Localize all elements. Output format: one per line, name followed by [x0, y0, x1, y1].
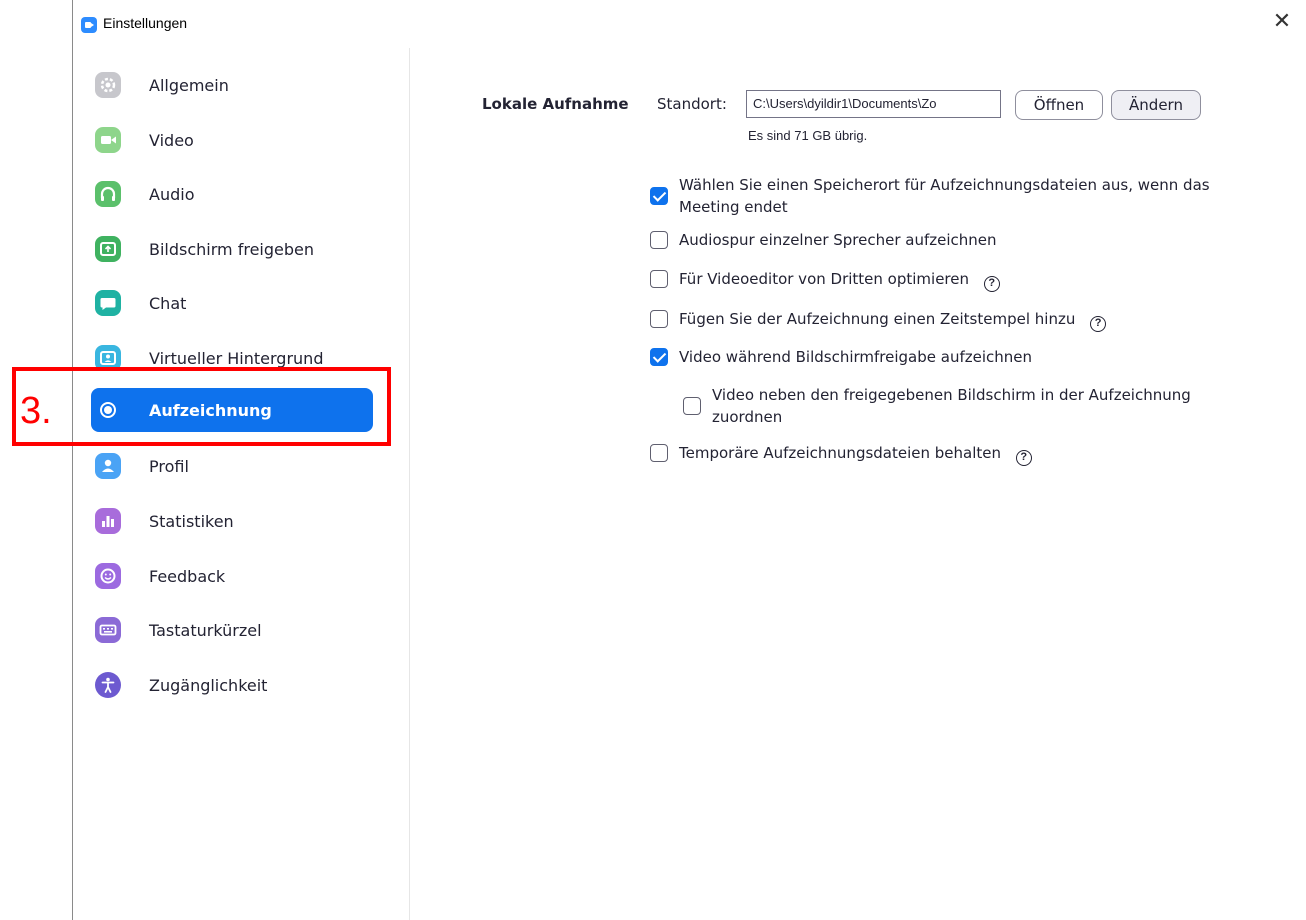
record-icon — [95, 397, 121, 423]
sidebar-item-label: Virtueller Hintergrund — [149, 348, 324, 368]
smiley-icon — [95, 563, 121, 589]
option-label: Video neben den freigegebenen Bildschirm… — [712, 386, 1191, 404]
open-folder-button[interactable]: Öffnen — [1015, 90, 1103, 120]
sidebar-item-label: Tastaturkürzel — [149, 620, 262, 640]
sidebar-item-audio[interactable]: Audio — [91, 172, 373, 216]
checkbox-third-party-editor[interactable] — [650, 270, 668, 288]
option-label: Temporäre Aufzeichnungsdateien behalten — [679, 444, 1002, 462]
option-third-party-editor: Für Videoeditor von Dritten optimieren ? — [650, 268, 1000, 292]
sidebar-item-label: Chat — [149, 293, 187, 313]
sidebar-item-chat[interactable]: Chat — [91, 281, 373, 325]
sidebar-item-label: Profil — [149, 456, 189, 476]
option-label-line2: zuordnen — [712, 408, 783, 426]
zoom-app-icon — [81, 17, 97, 33]
settings-sidebar: Allgemein Video Audio Bildschirm freigeb… — [73, 48, 410, 920]
share-screen-icon — [95, 236, 121, 262]
sidebar-item-video[interactable]: Video — [91, 118, 373, 162]
checkbox-timestamp[interactable] — [650, 310, 668, 328]
option-label: Video während Bildschirmfreigabe aufzeic… — [679, 348, 1033, 366]
sidebar-item-bildschirm-freigeben[interactable]: Bildschirm freigeben — [91, 227, 373, 271]
recording-settings-panel: Lokale Aufnahme Standort: C:\Users\dyild… — [411, 48, 1306, 920]
option-timestamp: Fügen Sie der Aufzeichnung einen Zeitste… — [650, 308, 1107, 332]
sidebar-item-label: Feedback — [149, 566, 226, 586]
sidebar-item-profil[interactable]: Profil — [91, 444, 373, 488]
option-label: Fügen Sie der Aufzeichnung einen Zeitste… — [679, 310, 1076, 328]
user-icon — [95, 453, 121, 479]
sidebar-item-label: Aufzeichnung — [149, 400, 272, 420]
accessibility-icon — [95, 672, 121, 698]
checkbox-keep-temp-files[interactable] — [650, 444, 668, 462]
sidebar-item-statistiken[interactable]: Statistiken — [91, 499, 373, 543]
option-label: Audiospur einzelner Sprecher aufzeichnen — [679, 231, 997, 249]
option-record-video-during-share: Video während Bildschirmfreigabe aufzeic… — [650, 346, 1032, 368]
settings-window: Einstellungen ✕ Allgemein Video Audio Bi… — [72, 0, 1306, 920]
sidebar-item-label: Audio — [149, 184, 195, 204]
checkbox-choose-location[interactable] — [650, 187, 668, 205]
sidebar-item-label: Zugänglichkeit — [149, 675, 268, 695]
section-title-local-recording: Lokale Aufnahme — [482, 95, 629, 113]
recording-path-field[interactable]: C:\Users\dyildir1\Documents\Zo — [746, 90, 1001, 118]
sidebar-item-zugaenglichkeit[interactable]: Zugänglichkeit — [91, 663, 373, 707]
sidebar-item-label: Bildschirm freigeben — [149, 239, 314, 259]
location-label: Standort: — [657, 95, 727, 113]
person-background-icon — [95, 345, 121, 371]
bar-chart-icon — [95, 508, 121, 534]
gear-icon — [95, 72, 121, 98]
window-title: Einstellungen — [103, 15, 188, 31]
checkbox-record-video-during-share[interactable] — [650, 348, 668, 366]
camera-icon — [95, 127, 121, 153]
sidebar-item-allgemein[interactable]: Allgemein — [91, 63, 373, 107]
option-separate-audio: Audiospur einzelner Sprecher aufzeichnen — [650, 229, 997, 251]
sidebar-item-label: Video — [149, 130, 194, 150]
help-icon[interactable]: ? — [1015, 450, 1032, 466]
checkbox-separate-audio[interactable] — [650, 231, 668, 249]
option-label-line2: Meeting endet — [679, 198, 788, 216]
option-label: Wählen Sie einen Speicherort für Aufzeic… — [679, 176, 1210, 194]
close-icon[interactable]: ✕ — [1270, 10, 1294, 34]
option-place-video-next-to-share: Video neben den freigegebenen Bildschirm… — [683, 384, 1191, 428]
sidebar-item-label: Allgemein — [149, 75, 229, 95]
option-label: Für Videoeditor von Dritten optimieren — [679, 270, 969, 288]
help-icon[interactable]: ? — [1090, 316, 1107, 332]
headphones-icon — [95, 181, 121, 207]
sidebar-item-tastaturkuerzel[interactable]: Tastaturkürzel — [91, 608, 373, 652]
title-bar: Einstellungen ✕ — [73, 0, 1306, 48]
sidebar-item-aufzeichnung[interactable]: Aufzeichnung — [91, 388, 373, 432]
change-folder-button[interactable]: Ändern — [1111, 90, 1201, 120]
annotation-step-number: 3. — [20, 390, 52, 432]
option-choose-location: Wählen Sie einen Speicherort für Aufzeic… — [650, 174, 1210, 218]
free-space-text: Es sind 71 GB übrig. — [748, 128, 868, 143]
option-keep-temp-files: Temporäre Aufzeichnungsdateien behalten … — [650, 442, 1032, 466]
help-icon[interactable]: ? — [983, 276, 1000, 292]
sidebar-item-label: Statistiken — [149, 511, 234, 531]
checkbox-place-video-next-to-share[interactable] — [683, 397, 701, 415]
chat-bubble-icon — [95, 290, 121, 316]
keyboard-icon — [95, 617, 121, 643]
sidebar-item-virtueller-hintergrund[interactable]: Virtueller Hintergrund — [91, 336, 373, 380]
sidebar-item-feedback[interactable]: Feedback — [91, 554, 373, 598]
